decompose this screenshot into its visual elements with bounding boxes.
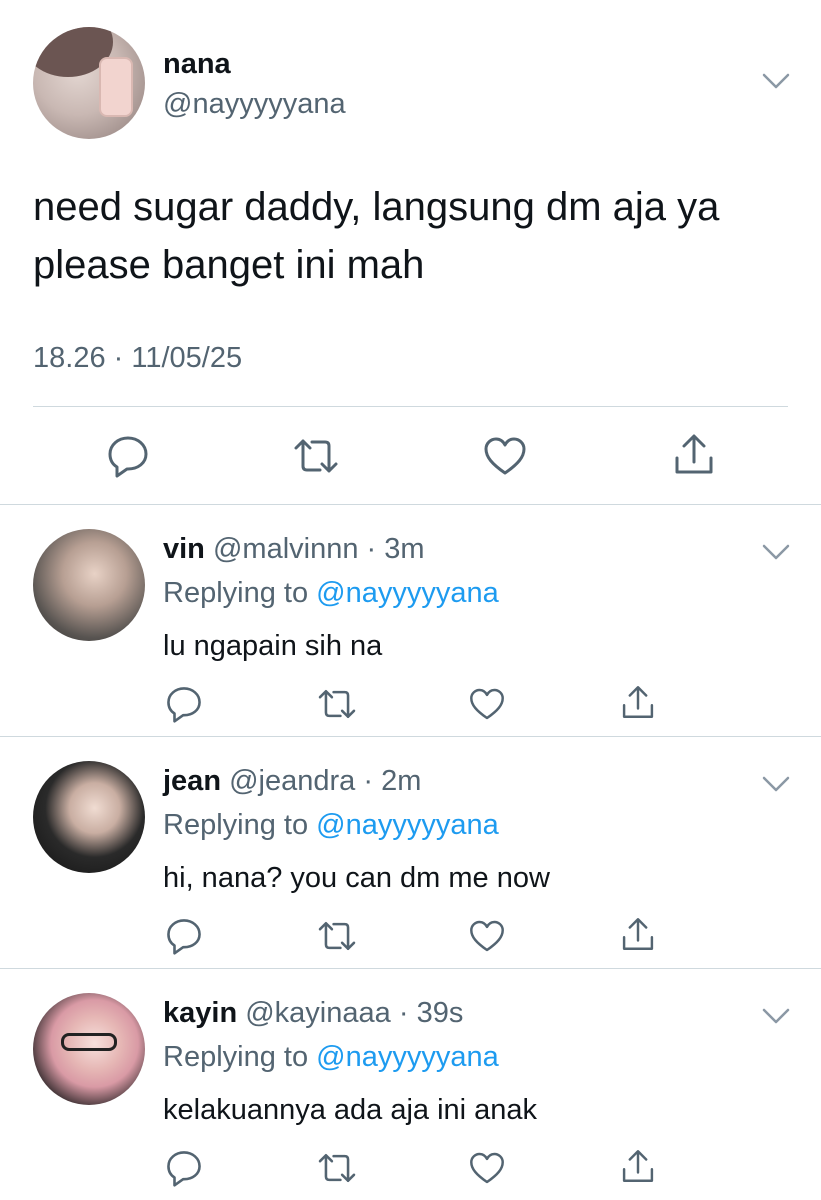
- reply-icon[interactable]: [165, 1149, 203, 1187]
- divider: [33, 406, 788, 407]
- reply-age[interactable]: 39s: [417, 997, 464, 1029]
- separator-dot: ·: [398, 997, 409, 1029]
- retweet-icon[interactable]: [316, 919, 358, 953]
- share-icon[interactable]: [620, 1147, 656, 1185]
- avatar[interactable]: [33, 529, 145, 641]
- retweet-icon[interactable]: [316, 687, 358, 721]
- replying-label: Replying to: [163, 577, 317, 609]
- tweet-text: need sugar daddy, langsung dm aja ya ple…: [33, 178, 803, 294]
- like-icon[interactable]: [468, 1150, 506, 1186]
- avatar[interactable]: [33, 27, 145, 139]
- action-bar: [0, 430, 821, 480]
- author-name[interactable]: vin: [163, 533, 205, 565]
- tweet-text-line: please banget ini mah: [33, 243, 425, 287]
- mention-link[interactable]: @nayyyyyana: [316, 809, 499, 841]
- chevron-down-icon[interactable]: [762, 543, 790, 561]
- like-icon[interactable]: [482, 435, 528, 477]
- author-handle[interactable]: @nayyyyyana: [163, 88, 346, 121]
- replying-label: Replying to: [163, 809, 317, 841]
- share-icon[interactable]: [672, 432, 716, 476]
- reply-icon[interactable]: [165, 685, 203, 723]
- retweet-icon[interactable]: [316, 1151, 358, 1185]
- action-bar: [0, 685, 821, 725]
- author-handle[interactable]: @malvinnn: [213, 533, 359, 565]
- avatar[interactable]: [33, 761, 145, 873]
- reply-tweet[interactable]: kayin @kayinaaa · 39s Replying to @nayyy…: [0, 969, 821, 1200]
- share-icon[interactable]: [620, 683, 656, 721]
- reply-text: hi, nana? you can dm me now: [163, 862, 550, 894]
- chevron-down-icon[interactable]: [762, 1007, 790, 1025]
- replying-label: Replying to: [163, 1041, 317, 1073]
- like-icon[interactable]: [468, 918, 506, 954]
- reply-tweet[interactable]: vin @malvinnn · 3m Replying to @nayyyyya…: [0, 505, 821, 737]
- reply-icon[interactable]: [106, 434, 150, 478]
- reply-text: lu ngapain sih na: [163, 630, 383, 662]
- author-name[interactable]: nana: [163, 48, 231, 81]
- reply-icon[interactable]: [165, 917, 203, 955]
- mention-link[interactable]: @nayyyyyana: [316, 577, 499, 609]
- retweet-icon[interactable]: [292, 436, 340, 476]
- replying-to: Replying to @nayyyyyana: [163, 809, 499, 842]
- author-name[interactable]: kayin: [163, 997, 237, 1029]
- action-bar: [0, 917, 821, 957]
- tweet-text-line: need sugar daddy, langsung dm aja ya: [33, 185, 720, 229]
- reply-header: kayin @kayinaaa · 39s: [163, 997, 463, 1030]
- tweet-timestamp[interactable]: 18.26 · 11/05/25: [33, 342, 242, 375]
- share-icon[interactable]: [620, 915, 656, 953]
- avatar[interactable]: [33, 993, 145, 1105]
- chevron-down-icon[interactable]: [762, 72, 790, 90]
- reply-tweet[interactable]: jean @jeandra · 2m Replying to @nayyyyya…: [0, 737, 821, 969]
- tweet-thread: nana @nayyyyyana need sugar daddy, langs…: [0, 0, 821, 1200]
- author-handle[interactable]: @kayinaaa: [245, 997, 391, 1029]
- reply-age[interactable]: 3m: [384, 533, 424, 565]
- action-bar: [0, 1149, 821, 1189]
- reply-header: jean @jeandra · 2m: [163, 765, 421, 798]
- like-icon[interactable]: [468, 686, 506, 722]
- author-name[interactable]: jean: [163, 765, 221, 797]
- reply-header: vin @malvinnn · 3m: [163, 533, 425, 566]
- reply-text: kelakuannya ada aja ini anak: [163, 1094, 538, 1126]
- author-handle[interactable]: @jeandra: [229, 765, 355, 797]
- main-tweet: nana @nayyyyyana need sugar daddy, langs…: [0, 0, 821, 504]
- mention-link[interactable]: @nayyyyyana: [316, 1041, 499, 1073]
- chevron-down-icon[interactable]: [762, 775, 790, 793]
- separator-dot: ·: [366, 533, 377, 565]
- reply-age[interactable]: 2m: [381, 765, 421, 797]
- replying-to: Replying to @nayyyyyana: [163, 1041, 499, 1074]
- replying-to: Replying to @nayyyyyana: [163, 577, 499, 610]
- separator-dot: ·: [363, 765, 374, 797]
